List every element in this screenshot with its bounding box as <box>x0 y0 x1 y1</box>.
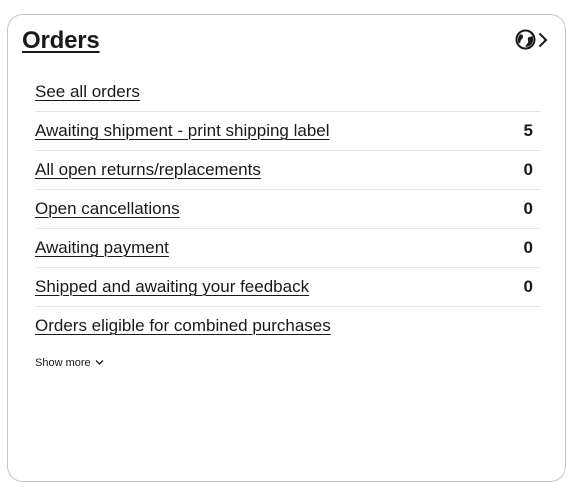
orders-title-link[interactable]: Orders <box>22 27 100 55</box>
list-item: All open returns/replacements 0 <box>35 151 541 190</box>
list-item: Orders eligible for combined purchases <box>35 307 541 345</box>
combined-purchases-link[interactable]: Orders eligible for combined purchases <box>35 316 331 336</box>
list-item: Awaiting payment 0 <box>35 229 541 268</box>
globe-icon[interactable] <box>515 29 536 50</box>
list-item: See all orders <box>35 73 541 112</box>
orders-list: See all orders Awaiting shipment - print… <box>35 73 541 345</box>
order-count: 0 <box>523 238 533 257</box>
order-count: 5 <box>523 121 533 140</box>
awaiting-shipment-link[interactable]: Awaiting shipment - print shipping label <box>35 121 330 141</box>
awaiting-feedback-link[interactable]: Shipped and awaiting your feedback <box>35 277 309 297</box>
open-cancellations-link[interactable]: Open cancellations <box>35 199 180 219</box>
order-count: 0 <box>523 199 533 218</box>
show-more-button[interactable]: Show more <box>35 357 104 369</box>
open-returns-link[interactable]: All open returns/replacements <box>35 160 261 180</box>
order-count: 0 <box>523 277 533 296</box>
list-item: Shipped and awaiting your feedback 0 <box>35 268 541 307</box>
chevron-down-icon <box>95 357 104 369</box>
list-item: Awaiting shipment - print shipping label… <box>35 112 541 151</box>
awaiting-payment-link[interactable]: Awaiting payment <box>35 238 169 258</box>
chevron-right-icon[interactable] <box>537 32 549 48</box>
order-count: 0 <box>523 160 533 179</box>
card-header: Orders <box>22 27 549 59</box>
show-more-label: Show more <box>35 357 91 369</box>
list-item: Open cancellations 0 <box>35 190 541 229</box>
see-all-orders-link[interactable]: See all orders <box>35 82 140 102</box>
header-actions <box>515 29 549 50</box>
orders-card: Orders See all orders Awaiting shipment … <box>7 14 566 482</box>
